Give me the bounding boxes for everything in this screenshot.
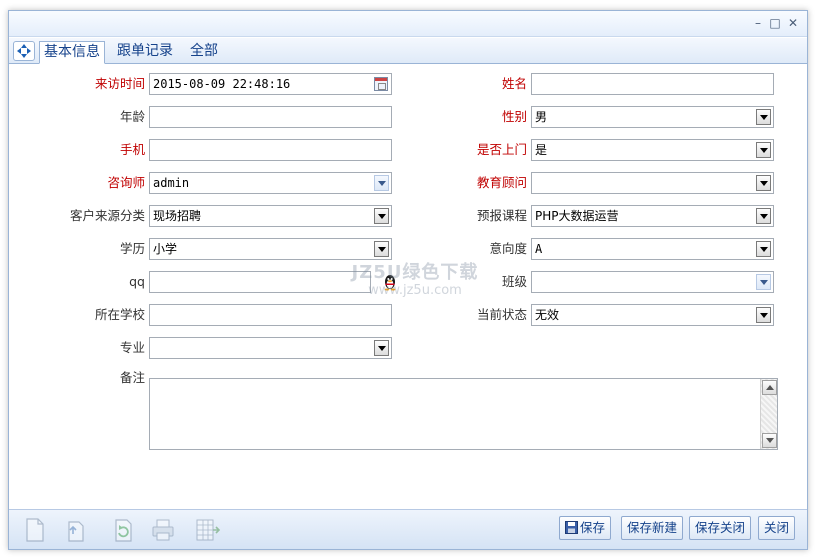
gender-select[interactable]: 男 [531,106,774,128]
course-label: 预报课程 [476,208,527,223]
visit-time-label: 来访时间 [94,76,145,91]
course-value: PHP大数据运营 [535,209,619,223]
save-button[interactable]: 保存 [559,516,612,540]
phone-label: 手机 [119,142,145,157]
refresh-icon[interactable] [109,516,137,544]
calendar-icon[interactable] [374,77,388,91]
remark-textarea[interactable] [149,378,778,450]
bottom-toolbar: 保存 保存新建 保存关闭 关闭 [9,509,807,549]
close-button[interactable]: 关闭 [758,516,796,540]
edu-advisor-select[interactable] [531,172,774,194]
status-label: 当前状态 [476,307,527,322]
watermark-line1: JZ5U绿色下载 [351,262,479,283]
dropdown-arrow-icon[interactable] [756,274,771,290]
save-close-button[interactable]: 保存关闭 [689,516,752,540]
visited-value: 是 [535,143,548,157]
save-new-button[interactable]: 保存新建 [621,516,684,540]
visited-select[interactable]: 是 [531,139,774,161]
education-label: 学历 [119,241,145,256]
phone-input[interactable] [149,139,392,161]
remark-scrollbar[interactable] [760,379,777,449]
source-category-label: 客户来源分类 [69,208,145,223]
maximize-button[interactable]: □ [768,16,782,30]
visited-label: 是否上门 [476,142,527,157]
dropdown-arrow-icon[interactable] [374,241,389,257]
school-input[interactable] [149,304,392,326]
intent-value: A [535,242,543,256]
age-input[interactable] [149,106,392,128]
dropdown-arrow-icon[interactable] [756,241,771,257]
age-label: 年龄 [119,109,145,124]
tab-follow-records[interactable]: 跟单记录 [113,41,177,64]
status-select[interactable]: 无效 [531,304,774,326]
edu-advisor-label: 教育顾问 [476,175,527,190]
name-label: 姓名 [501,76,527,91]
education-value: 小学 [153,242,178,256]
close-window-button[interactable]: ✕ [786,16,800,30]
dropdown-arrow-icon[interactable] [756,307,771,323]
scroll-up-icon[interactable] [762,380,777,395]
new-document-icon[interactable] [21,516,49,544]
consultant-label: 咨询师 [107,175,145,190]
export-table-icon[interactable] [193,516,221,544]
name-input[interactable] [531,73,774,95]
source-category-select[interactable]: 现场招聘 [149,205,392,227]
tab-all[interactable]: 全部 [186,41,222,64]
intent-select[interactable]: A [531,238,774,260]
school-label: 所在学校 [94,307,145,322]
minimize-button[interactable]: – [751,16,765,30]
dropdown-arrow-icon[interactable] [756,142,771,158]
watermark-line2: www.jz5u.com [368,283,462,298]
watermark: JZ5U绿色下载 www.jz5u.com [345,263,485,303]
education-select[interactable]: 小学 [149,238,392,260]
qq-label: qq [129,274,145,289]
remark-label: 备注 [119,370,145,385]
save-button-label: 保存 [580,520,606,535]
dropdown-arrow-icon[interactable] [374,208,389,224]
print-icon[interactable] [149,516,177,544]
scroll-down-icon[interactable] [762,433,777,448]
dropdown-arrow-icon[interactable] [374,340,389,356]
title-bar: – □ ✕ [9,11,807,37]
major-label: 专业 [119,340,145,355]
intent-label: 意向度 [489,241,527,256]
visit-time-value: 2015-08-09 22:48:16 [153,77,291,91]
dropdown-arrow-icon[interactable] [374,175,389,191]
consultant-value: admin [153,176,190,190]
tab-bar: 基本信息 跟单记录 全部 [9,38,807,64]
tab-scroll-arrows-icon[interactable] [13,41,35,61]
status-value: 无效 [535,308,560,322]
dialog-window: – □ ✕ 基本信息 跟单记录 全部 来访时间 2015-08-09 22:48… [8,10,808,550]
major-select[interactable] [149,337,392,359]
gender-label: 性别 [501,109,527,124]
gender-value: 男 [535,110,548,124]
source-category-value: 现场招聘 [153,209,202,223]
qq-input[interactable] [149,271,371,293]
dropdown-arrow-icon[interactable] [756,208,771,224]
upload-document-icon[interactable] [61,516,89,544]
course-select[interactable]: PHP大数据运营 [531,205,774,227]
dropdown-arrow-icon[interactable] [756,109,771,125]
dropdown-arrow-icon[interactable] [756,175,771,191]
tab-basic-info[interactable]: 基本信息 [39,41,105,64]
consultant-combo[interactable]: admin [149,172,392,194]
class-combo[interactable] [531,271,774,293]
visit-time-field[interactable]: 2015-08-09 22:48:16 [149,73,392,95]
floppy-disk-icon [565,521,578,534]
